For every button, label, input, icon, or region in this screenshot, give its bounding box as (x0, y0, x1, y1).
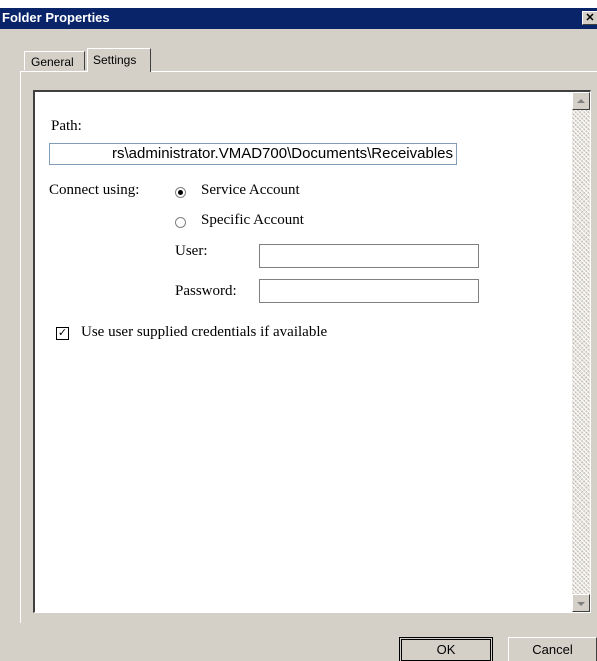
checkmark-icon: ✓ (57, 327, 68, 339)
close-icon: ✕ (585, 12, 595, 24)
arrow-up-icon (577, 99, 585, 103)
service-account-label[interactable]: Service Account (201, 182, 300, 199)
path-value: rs\administrator.VMAD700\Documents\Recei… (112, 145, 453, 162)
tab-settings[interactable]: Settings (87, 48, 151, 72)
path-input[interactable]: rs\administrator.VMAD700\Documents\Recei… (49, 143, 457, 165)
scroll-up-button[interactable] (572, 92, 590, 110)
scroll-down-button[interactable] (572, 594, 590, 612)
close-button[interactable]: ✕ (582, 11, 597, 25)
user-label: User: (175, 243, 208, 259)
service-account-radio[interactable] (175, 187, 186, 198)
tab-general[interactable]: General (24, 51, 85, 70)
vertical-scrollbar[interactable] (572, 92, 590, 612)
use-supplied-credentials-label[interactable]: Use user supplied credentials if availab… (81, 324, 327, 341)
specific-account-label[interactable]: Specific Account (201, 212, 304, 229)
ok-button[interactable]: OK (399, 637, 493, 661)
user-field[interactable] (259, 244, 479, 268)
title-bar[interactable]: Folder Properties ✕ (0, 8, 597, 29)
arrow-down-icon (577, 602, 585, 606)
path-label: Path: (51, 118, 82, 134)
connect-using-label: Connect using: (49, 182, 140, 198)
specific-account-radio[interactable] (175, 217, 186, 228)
settings-content-area: Path: rs\administrator.VMAD700\Documents… (33, 90, 591, 613)
cancel-button[interactable]: Cancel (508, 637, 597, 661)
password-label: Password: (175, 283, 237, 299)
radio-selected-dot (178, 190, 183, 195)
folder-properties-dialog: Folder Properties ✕ General Settings Pat… (0, 8, 597, 661)
window-title: Folder Properties (2, 10, 110, 25)
password-field[interactable] (259, 279, 479, 303)
use-supplied-credentials-checkbox[interactable]: ✓ (56, 327, 69, 340)
